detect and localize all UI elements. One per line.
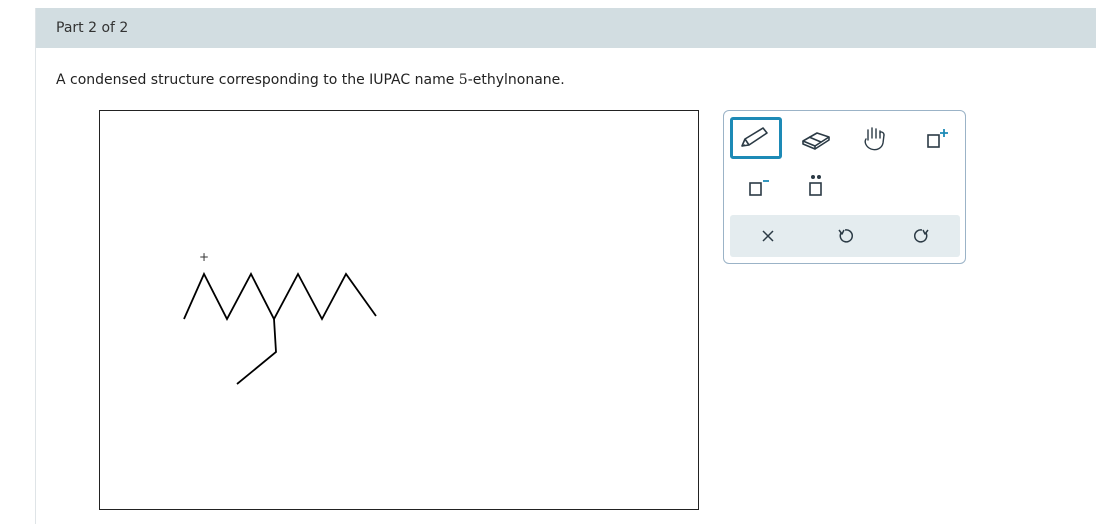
part-header: Part 2 of 2 bbox=[36, 8, 1096, 48]
part-label: Part 2 of 2 bbox=[56, 20, 129, 36]
eraser-tool-button[interactable] bbox=[790, 117, 842, 159]
redo-button[interactable] bbox=[892, 215, 952, 257]
skeletal-structure: + bbox=[183, 250, 377, 385]
hand-tool-button[interactable] bbox=[848, 117, 900, 159]
drawing-canvas[interactable]: + bbox=[99, 110, 699, 510]
clear-button[interactable] bbox=[738, 215, 798, 257]
drawing-toolbar bbox=[723, 110, 966, 264]
lone-pair-button[interactable] bbox=[790, 165, 842, 207]
question-prompt: A condensed structure corresponding to t… bbox=[56, 72, 565, 88]
action-bar bbox=[730, 215, 960, 257]
add-negative-charge-button[interactable] bbox=[730, 165, 782, 207]
hand-icon bbox=[864, 127, 885, 151]
add-positive-charge-icon bbox=[927, 129, 948, 148]
add-positive-charge-button[interactable] bbox=[908, 117, 960, 159]
redo-icon bbox=[914, 229, 929, 243]
clear-icon bbox=[762, 230, 774, 242]
undo-button[interactable] bbox=[815, 215, 875, 257]
eraser-icon bbox=[802, 132, 830, 150]
undo-icon bbox=[838, 229, 853, 243]
page-left-border bbox=[35, 8, 36, 524]
ethyl-branch-bonds bbox=[236, 318, 277, 385]
main-chain-bonds bbox=[183, 271, 377, 321]
cursor-mark: + bbox=[199, 250, 209, 264]
prompt-text: A condensed structure corresponding to t… bbox=[56, 72, 459, 88]
prompt-locant: 5 bbox=[458, 72, 468, 88]
prompt-compound: -ethylnonane. bbox=[467, 72, 565, 88]
pencil-icon bbox=[741, 127, 768, 147]
lone-pair-icon bbox=[809, 175, 822, 196]
add-negative-charge-icon bbox=[749, 180, 769, 196]
pencil-tool-button[interactable] bbox=[730, 117, 782, 159]
